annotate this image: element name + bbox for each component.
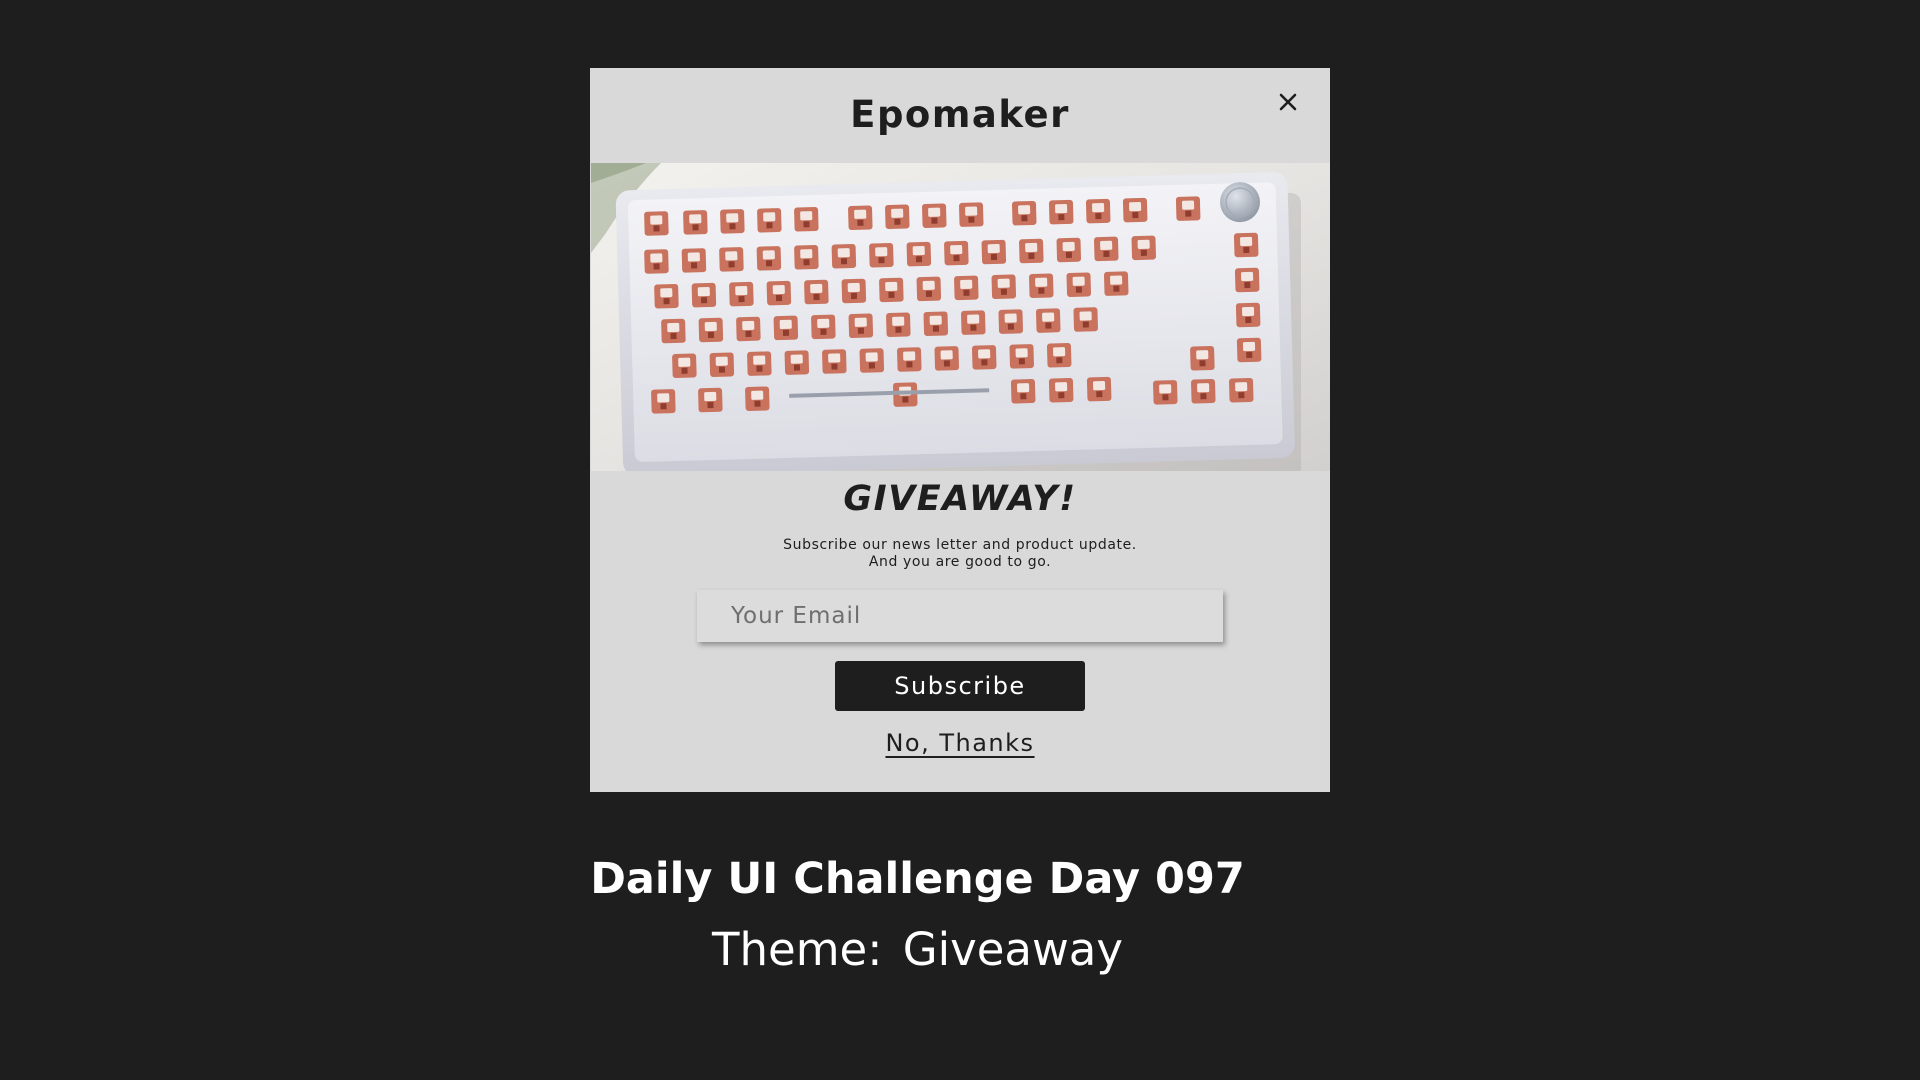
close-icon [1279,93,1297,111]
email-input[interactable] [697,590,1223,642]
caption-title: Daily UI Challenge Day 097 [590,854,1245,904]
subscribe-button[interactable]: Subscribe [835,661,1085,711]
giveaway-heading: GIVEAWAY! [843,479,1077,519]
keyboard-hero-image [591,163,1330,471]
brand-title: Epomaker [850,93,1070,136]
subtitle-line-1: Subscribe our news letter and product up… [783,537,1137,553]
close-button[interactable] [1273,87,1303,117]
subtitle-line-2: And you are good to go. [868,554,1052,570]
giveaway-modal: Epomaker GIVEAWAY! Subscribe our news le… [590,68,1330,792]
no-thanks-link[interactable]: No, Thanks [590,729,1330,758]
keyboard-image [591,163,1330,471]
subscribe-description: Subscribe our news letter and product up… [590,537,1330,571]
caption-theme: Theme: Giveaway [712,923,1123,976]
